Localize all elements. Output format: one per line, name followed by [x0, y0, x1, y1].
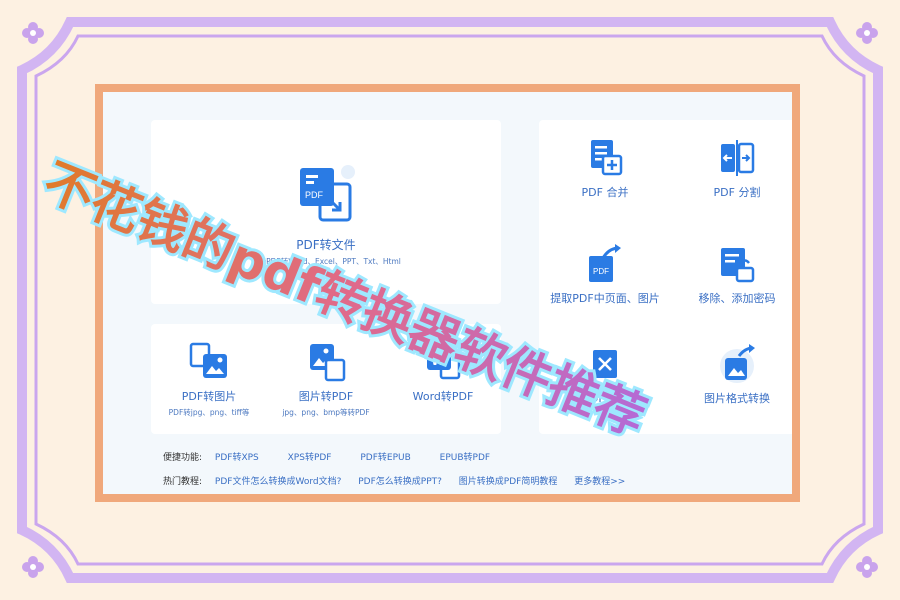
pdf-to-image-icon — [189, 342, 227, 378]
tool-label: 图片格式转换 — [704, 392, 770, 405]
tool-description: PDF转jpg、png、tiff等 — [168, 408, 250, 417]
tool-label: 提取PDF中页面、图片 — [550, 292, 660, 305]
flower-icon — [856, 556, 878, 578]
flower-icon — [22, 556, 44, 578]
image-to-pdf-icon — [310, 344, 346, 382]
main-tool-panel[interactable]: PDF PDF转文件 支持PDF转Word、Excel、PPT、Txt、Html — [151, 120, 501, 304]
tool-description: jpg、png、bmp等转PDF — [282, 408, 370, 417]
tool-label: PDF 分割 — [713, 186, 761, 199]
tool-label: PDF压缩 — [583, 392, 627, 405]
tool-label: PDF 合并 — [581, 186, 629, 199]
tool-label: PDF转图片 — [181, 390, 237, 403]
pdf-extract-icon: PDF — [589, 244, 621, 282]
pdf-to-file-tool[interactable]: PDF PDF转文件 支持PDF转Word、Excel、PPT、Txt、Html — [151, 164, 501, 267]
svg-text:PDF: PDF — [305, 190, 324, 200]
pdf-compress-tool[interactable]: PDF压缩 — [539, 344, 671, 406]
tool-label: Word转PDF — [412, 390, 474, 403]
image-format-tool[interactable]: 图片格式转换 — [671, 344, 792, 406]
quick-link[interactable]: PDF转XPS — [215, 453, 259, 463]
flower-icon — [856, 22, 878, 44]
tutorial-link[interactable]: PDF文件怎么转换成Word文档? — [215, 477, 341, 487]
word-to-pdf-icon: W — [427, 346, 461, 380]
word-to-pdf-tool[interactable]: W Word转PDF — [385, 342, 501, 404]
image-format-icon — [720, 344, 755, 383]
secondary-tools-panel: PDF转图片 PDF转jpg、png、tiff等 图片转PDF jpg、png、… — [151, 324, 501, 434]
pdf-split-icon — [721, 140, 755, 176]
converter-home: PDF PDF转文件 支持PDF转Word、Excel、PPT、Txt、Html… — [103, 92, 792, 494]
hot-tutorials-title: 热门教程: — [163, 477, 203, 487]
pdf-password-tool[interactable]: 移除、添加密码 — [671, 244, 792, 306]
right-tools-panel: PDF 合并 PDF 分割 PDF 提取PDF中页面、图片 移除、添加密码 PD… — [539, 120, 792, 434]
quick-link[interactable]: XPS转PDF — [288, 453, 332, 463]
pdf-to-image-tool[interactable]: PDF转图片 PDF转jpg、png、tiff等 — [151, 342, 267, 418]
tutorial-link[interactable]: 图片转换成PDF简明教程 — [459, 477, 558, 487]
quick-functions-title: 便捷功能: — [163, 453, 203, 463]
quick-link[interactable]: EPUB转PDF — [440, 453, 490, 463]
pdf-password-icon — [721, 248, 755, 283]
hot-tutorials-row: 热门教程: PDF文件怎么转换成Word文档? PDF怎么转换成PPT? 图片转… — [163, 474, 639, 487]
pdf-compress-icon — [593, 350, 617, 378]
tool-description: 支持PDF转Word、Excel、PPT、Txt、Html — [251, 257, 401, 266]
pdf-convert-icon: PDF — [300, 165, 355, 222]
pdf-split-tool[interactable]: PDF 分割 — [671, 138, 792, 200]
tool-label: PDF转文件 — [296, 238, 356, 252]
image-to-pdf-tool[interactable]: 图片转PDF jpg、png、bmp等转PDF — [267, 342, 385, 418]
svg-text:PDF: PDF — [593, 267, 609, 276]
pdf-extract-tool[interactable]: PDF 提取PDF中页面、图片 — [539, 244, 671, 306]
tool-label: 图片转PDF — [298, 390, 354, 403]
pdf-merge-icon — [591, 140, 623, 176]
pdf-merge-tool[interactable]: PDF 合并 — [539, 138, 671, 200]
svg-text:W: W — [431, 352, 446, 369]
tutorial-link[interactable]: PDF怎么转换成PPT? — [358, 477, 442, 487]
app-screenshot: PDF PDF转文件 支持PDF转Word、Excel、PPT、Txt、Html… — [95, 84, 800, 502]
tool-label: 移除、添加密码 — [698, 292, 776, 305]
quick-functions-row: 便捷功能: PDF转XPS XPS转PDF PDF转EPUB EPUB转PDF — [163, 450, 516, 463]
quick-link[interactable]: PDF转EPUB — [360, 453, 410, 463]
more-tutorials-link[interactable]: 更多教程>> — [574, 477, 625, 487]
flower-icon — [22, 22, 44, 44]
